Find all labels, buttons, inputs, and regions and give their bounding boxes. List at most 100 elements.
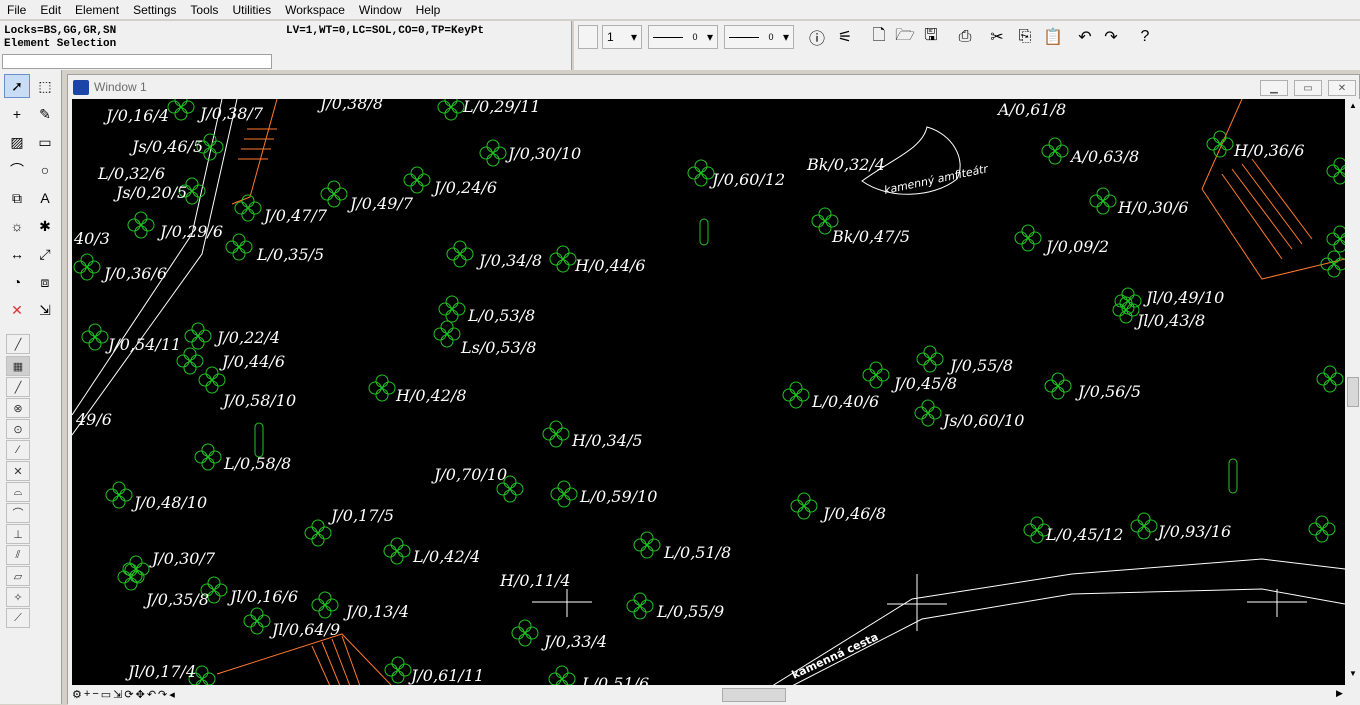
measure-icon[interactable]: ✎ xyxy=(32,102,58,126)
copy-element-icon[interactable]: ⧈ xyxy=(32,270,58,294)
view-next-icon[interactable]: ↷ xyxy=(158,688,167,701)
dimension-icon[interactable]: ↔ xyxy=(4,242,30,266)
help-icon[interactable]: ? xyxy=(1132,23,1158,51)
open-icon[interactable]: 🗁 xyxy=(892,23,918,51)
menu-help[interactable]: Help xyxy=(409,0,448,20)
tree-label: L/0,51/8 xyxy=(663,543,731,562)
color-swatch[interactable] xyxy=(578,25,598,49)
arc-icon[interactable]: ⌒ xyxy=(4,158,30,182)
tree-lobe xyxy=(518,633,532,647)
tree-symbol xyxy=(1308,515,1336,543)
tree-symbol xyxy=(117,563,145,591)
level-select[interactable]: 1 ▾ xyxy=(602,25,642,49)
fit-view-icon[interactable]: ⇲ xyxy=(113,688,122,701)
menu-workspace[interactable]: Workspace xyxy=(278,0,352,20)
tree-symbol xyxy=(81,323,109,351)
menu-settings[interactable]: Settings xyxy=(126,0,183,20)
snap-nearest-icon[interactable]: ▱ xyxy=(6,566,30,586)
menu-tools[interactable]: Tools xyxy=(183,0,225,20)
snap-point-icon[interactable]: ✧ xyxy=(6,587,30,607)
fill-icon[interactable]: ⚟ xyxy=(832,23,858,51)
text-icon[interactable]: A xyxy=(32,186,58,210)
tree-labels: J/0,16/4 J/0,38/7 J/0,38/8 L/0,29/11 A/0,61/… xyxy=(73,99,1305,686)
cut-icon[interactable]: ✂ xyxy=(984,23,1010,51)
snap-parallel-icon[interactable]: ⫽ xyxy=(6,545,30,565)
tree-center xyxy=(1329,378,1331,380)
scale-icon[interactable]: ⤢ xyxy=(32,242,58,266)
horizontal-scroll-thumb[interactable] xyxy=(722,688,786,702)
tree-center xyxy=(1143,525,1145,527)
close-icon[interactable]: ✕ xyxy=(1328,80,1356,96)
menu-element[interactable]: Element xyxy=(68,0,126,20)
save-icon[interactable]: 🖫 xyxy=(918,23,944,51)
weight-select[interactable]: 0 ▾ xyxy=(724,25,794,49)
tree-lobe xyxy=(257,614,271,628)
tree-lobe xyxy=(556,427,570,441)
palette-icon[interactable]: ◔ xyxy=(4,270,30,294)
snap-multi-icon[interactable]: ⟋ xyxy=(6,608,30,628)
pattern-icon[interactable]: ▨ xyxy=(4,130,30,154)
rotate-view-icon[interactable]: ⟳ xyxy=(124,688,133,701)
select-arrow-icon[interactable]: ➚ xyxy=(4,74,30,98)
tree-label: J/0,44/6 xyxy=(219,352,285,371)
fit-view-icon[interactable]: ⇲ xyxy=(32,298,58,322)
vertical-scroll-thumb[interactable] xyxy=(1347,377,1359,407)
tree-center xyxy=(381,387,383,389)
undo-icon[interactable]: ↶ xyxy=(1072,23,1098,51)
tree-center xyxy=(247,207,249,209)
style-select[interactable]: 0 ▾ xyxy=(648,25,718,49)
modify-icon[interactable]: ✱ xyxy=(32,214,58,238)
tree-label: J/0,47/7 xyxy=(261,206,328,225)
snap-tangent-icon[interactable]: ⌓ xyxy=(6,482,30,502)
delete-icon[interactable]: ✕ xyxy=(4,298,30,322)
print-icon[interactable]: ⎙ xyxy=(952,23,978,51)
view-previous-icon[interactable]: ↶ xyxy=(147,688,156,701)
view-attributes-icon[interactable]: ⚙ xyxy=(72,688,82,701)
drawing-canvas[interactable]: kamenný amfiteátr kamenná cesta J/0,16/4… xyxy=(72,99,1345,686)
minimize-icon[interactable]: ▁ xyxy=(1260,80,1288,96)
tree-center xyxy=(875,374,877,376)
menu-edit[interactable]: Edit xyxy=(33,0,68,20)
redo-icon[interactable]: ↷ xyxy=(1098,23,1124,51)
tree-center xyxy=(118,494,120,496)
new-file-icon[interactable]: 🗋 xyxy=(866,23,892,51)
window-area-icon[interactable]: ▭ xyxy=(101,688,111,701)
menu-window[interactable]: Window xyxy=(352,0,409,20)
scroll-right-icon[interactable]: ▶ xyxy=(1336,688,1343,699)
zoom-out-icon[interactable]: − xyxy=(92,688,98,701)
menu-file[interactable]: File xyxy=(0,0,33,20)
tree-lobe xyxy=(797,492,811,506)
zoom-in-icon[interactable]: + xyxy=(84,688,90,701)
stream-line-icon[interactable]: ▦ xyxy=(6,356,30,376)
maximize-icon[interactable]: ▭ xyxy=(1294,80,1322,96)
snap-center-icon[interactable]: ⊗ xyxy=(6,398,30,418)
snap-curve-icon[interactable]: ⌒ xyxy=(6,503,30,523)
menu-utilities[interactable]: Utilities xyxy=(225,0,278,20)
keyin-field[interactable] xyxy=(2,54,272,69)
pan-view-icon[interactable]: ✥ xyxy=(136,688,145,701)
rectangle-icon[interactable]: ▭ xyxy=(32,130,58,154)
fence-icon[interactable]: ⬚ xyxy=(32,74,58,98)
snap-origin-icon[interactable]: ⊙ xyxy=(6,419,30,439)
snap-keypoint-icon[interactable]: ∕ xyxy=(6,440,30,460)
paste-icon[interactable]: 📋 xyxy=(1040,23,1066,51)
circle-icon[interactable]: ○ xyxy=(32,158,58,182)
info-icon[interactable]: ⓘ xyxy=(804,23,830,51)
light-icon[interactable]: ☼ xyxy=(4,214,30,238)
vertical-scrollbar[interactable]: ▲ ▼ xyxy=(1346,99,1360,686)
scroll-down-icon[interactable]: ▼ xyxy=(1347,669,1359,681)
tree-label: J/0,24/6 xyxy=(431,178,497,197)
scroll-left-icon[interactable]: ◂ xyxy=(169,688,175,701)
snap-intersect-icon[interactable]: ✕ xyxy=(6,461,30,481)
scroll-up-icon[interactable]: ▲ xyxy=(1347,101,1359,113)
tree-lobe xyxy=(1315,515,1329,529)
cell-icon[interactable]: ⧉ xyxy=(4,186,30,210)
line-tool-icon[interactable]: ╱ xyxy=(6,334,30,354)
polyline-icon[interactable]: ╱ xyxy=(6,377,30,397)
line-weight-icon xyxy=(729,36,759,38)
tree-lobe xyxy=(167,100,181,114)
tree-lobe xyxy=(440,334,454,348)
place-point-icon[interactable]: + xyxy=(4,102,30,126)
snap-perp-icon[interactable]: ⊥ xyxy=(6,524,30,544)
copy-icon[interactable]: ⎘ xyxy=(1012,23,1038,51)
